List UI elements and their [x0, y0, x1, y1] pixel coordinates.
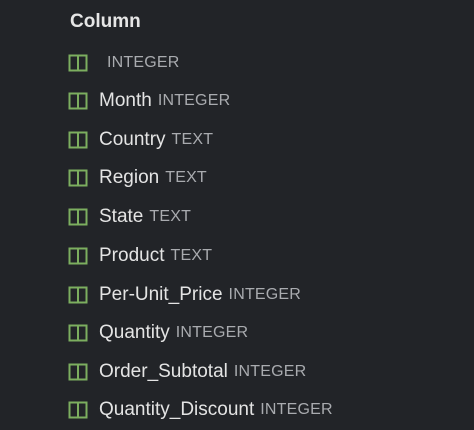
column-type: TEXT — [149, 208, 192, 225]
column-type: INTEGER — [228, 286, 302, 303]
table-column-icon — [68, 401, 88, 419]
column-row[interactable]: State TEXT — [68, 198, 191, 236]
column-header: Column — [70, 11, 141, 32]
column-name: Country — [99, 129, 166, 150]
table-column-icon — [68, 131, 88, 149]
column-type: INTEGER — [233, 363, 307, 380]
column-type: TEXT — [165, 169, 207, 186]
column-row[interactable]: Month INTEGER — [68, 82, 230, 120]
column-row[interactable]: Product TEXT — [68, 237, 212, 275]
column-row[interactable]: INTEGER — [68, 44, 180, 82]
column-type: INTEGER — [260, 401, 333, 418]
table-column-icon — [68, 169, 88, 187]
column-type: INTEGER — [107, 54, 180, 71]
column-name: Month — [99, 90, 152, 111]
table-column-icon — [68, 247, 88, 265]
table-column-icon — [68, 54, 88, 72]
table-column-icon — [68, 363, 88, 381]
column-row[interactable]: Region TEXT — [68, 159, 207, 197]
column-row[interactable]: Per-Unit_Price INTEGER — [68, 276, 301, 314]
column-name: Per-Unit_Price — [99, 284, 223, 305]
column-row[interactable]: Quantity_Discount INTEGER — [68, 391, 333, 429]
column-type: INTEGER — [157, 92, 231, 109]
column-name: Order_Subtotal — [99, 361, 228, 382]
column-name: Quantity — [99, 322, 170, 343]
column-type: INTEGER — [175, 324, 249, 341]
column-name: Quantity_Discount — [99, 399, 255, 420]
column-name: Region — [99, 167, 160, 188]
column-name: State — [99, 206, 144, 227]
column-name: Product — [99, 245, 165, 266]
column-panel: Column INTEGER Month INTEGER Country TEX… — [0, 0, 474, 430]
column-type: TEXT — [171, 131, 214, 148]
column-row[interactable]: Order_Subtotal INTEGER — [68, 353, 306, 391]
column-type: TEXT — [170, 247, 213, 264]
column-row[interactable]: Quantity INTEGER — [68, 314, 248, 352]
table-column-icon — [68, 286, 88, 304]
table-column-icon — [68, 208, 88, 226]
table-column-icon — [68, 324, 88, 342]
table-column-icon — [68, 92, 88, 110]
column-row[interactable]: Country TEXT — [68, 121, 213, 159]
